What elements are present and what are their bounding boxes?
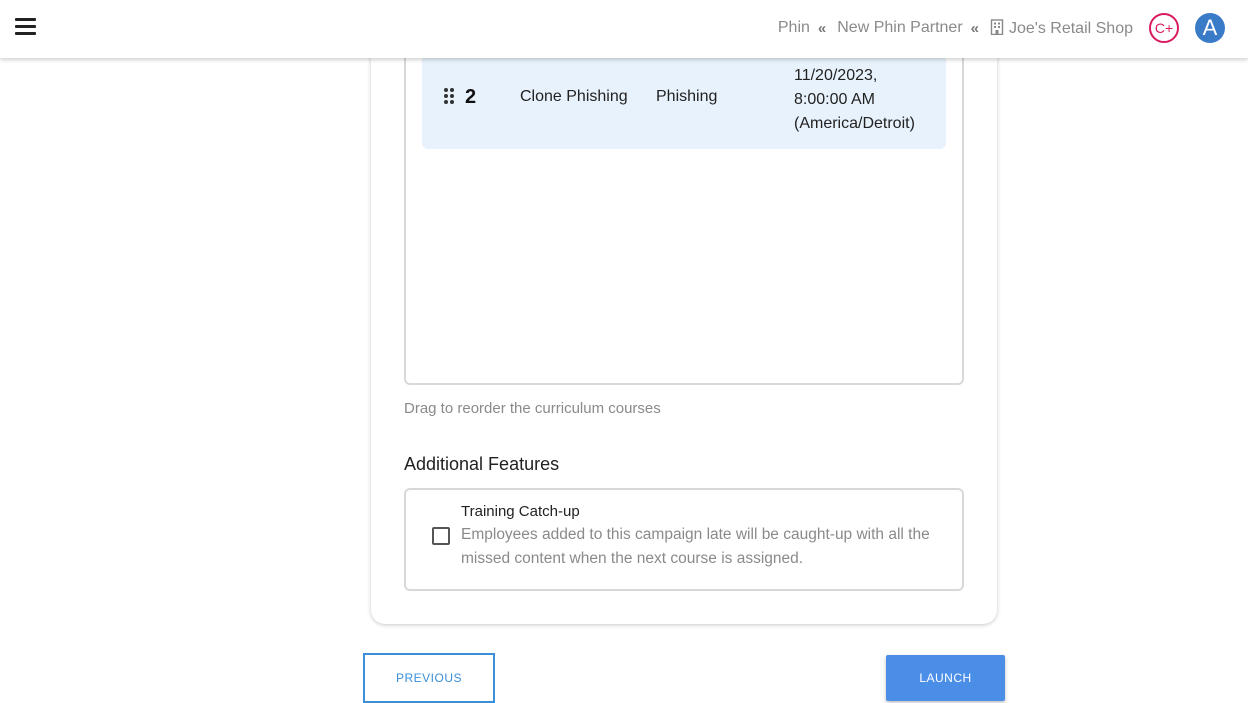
double-chevron-left-icon: « xyxy=(970,19,980,37)
feature-description: Employees added to this campaign late wi… xyxy=(461,526,930,567)
breadcrumb-new-phin-partner[interactable]: New Phin Partner xyxy=(837,19,962,37)
course-date-line: 11/20/2023, xyxy=(794,67,878,84)
cplus-badge[interactable]: C+ xyxy=(1149,13,1179,43)
course-time-line: 8:00:00 AM xyxy=(794,91,875,108)
course-type: Phishing xyxy=(656,88,718,105)
course-order-number: 2 xyxy=(465,86,477,108)
breadcrumb-phin[interactable]: Phin xyxy=(778,19,810,37)
breadcrumb: Phin « New Phin Partner « Joe's Retail S… xyxy=(778,17,1133,39)
drag-handle-icon[interactable] xyxy=(444,88,456,104)
course-send-date: 11/20/2023, 8:00:00 AM (America/Detroit) xyxy=(794,64,934,136)
double-chevron-left-icon: « xyxy=(817,19,827,37)
curriculum-row[interactable]: 2 Clone Phishing Phishing 11/20/2023, 8:… xyxy=(422,54,946,149)
training-catchup-option: Training Catch-up Employees added to thi… xyxy=(404,488,964,591)
training-catchup-checkbox[interactable] xyxy=(432,527,450,545)
course-name: Clone Phishing xyxy=(520,88,628,105)
feature-title: Training Catch-up xyxy=(461,503,580,520)
course-timezone-line: (America/Detroit) xyxy=(794,115,915,132)
breadcrumb-label: Joe's Retail Shop xyxy=(1008,19,1133,37)
previous-button[interactable]: PREVIOUS xyxy=(363,653,495,703)
reorder-hint: Drag to reorder the curriculum courses xyxy=(404,400,661,417)
top-bar: Phin « New Phin Partner « Joe's Retail S… xyxy=(0,0,1248,58)
launch-button[interactable]: LAUNCH xyxy=(886,655,1005,701)
avatar[interactable]: A xyxy=(1195,13,1225,43)
hamburger-menu-icon[interactable] xyxy=(15,18,36,36)
breadcrumb-joes-retail-shop[interactable]: Joe's Retail Shop xyxy=(990,18,1133,38)
additional-features-title: Additional Features xyxy=(404,454,560,474)
building-icon xyxy=(990,18,1004,35)
